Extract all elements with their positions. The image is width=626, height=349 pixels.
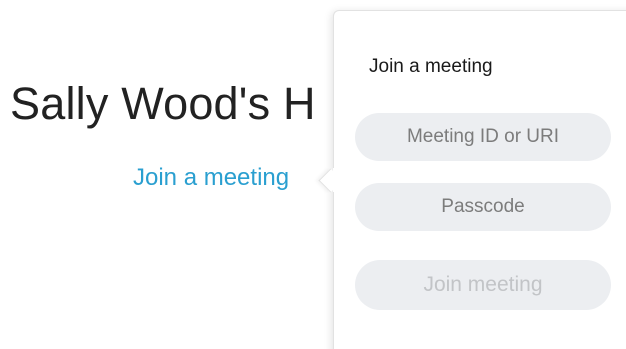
passcode-input[interactable] [355, 183, 611, 231]
page: Sally Wood's H Join a meeting Join a mee… [0, 0, 626, 349]
meeting-id-input[interactable] [355, 113, 611, 161]
join-meeting-link[interactable]: Join a meeting [133, 164, 289, 192]
personal-room-title: Sally Wood's H [10, 78, 316, 129]
popover-title: Join a meeting [369, 56, 493, 77]
popover-arrow-cover [333, 168, 347, 192]
join-meeting-button[interactable]: Join meeting [355, 260, 611, 310]
